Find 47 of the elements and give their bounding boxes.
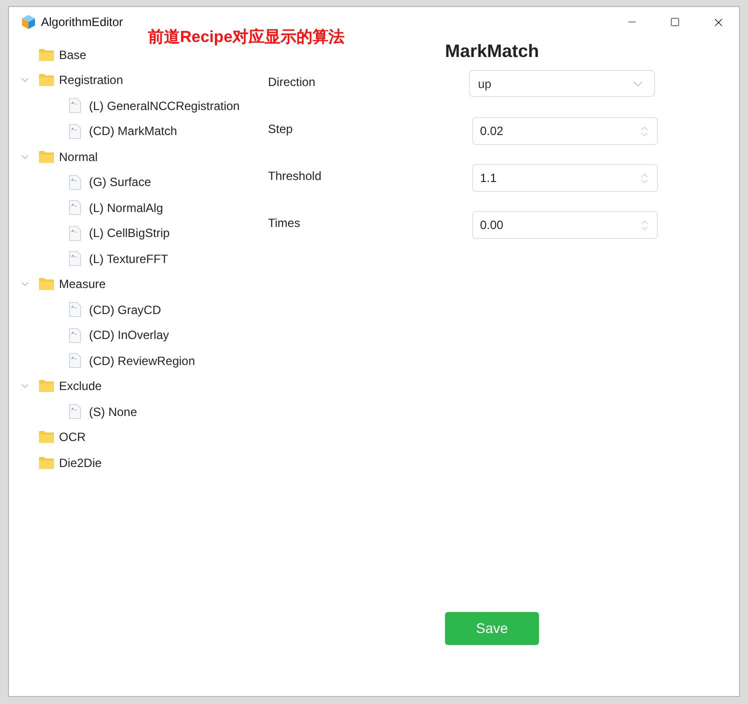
- tree-item[interactable]: (G) Surface: [89, 173, 152, 192]
- folder-icon: [39, 150, 54, 163]
- tree-item[interactable]: Exclude: [59, 377, 102, 396]
- tree-item[interactable]: (CD) MarkMatch: [89, 122, 178, 140]
- number-field[interactable]: 0.00: [472, 211, 658, 239]
- file-icon: [69, 353, 81, 368]
- tree-item[interactable]: (CD) InOverlay: [89, 326, 170, 344]
- tree-item[interactable]: Registration: [59, 71, 124, 90]
- file-icon: [69, 200, 81, 216]
- folder-icon: [39, 278, 54, 290]
- window-title: AlgorithmEditor: [41, 14, 124, 31]
- field-label: Threshold: [268, 169, 322, 183]
- file-icon: [69, 124, 81, 139]
- field-label: Step: [268, 122, 293, 136]
- tree-item[interactable]: OCR: [59, 428, 86, 446]
- tree-item[interactable]: (L) NormalAlg: [89, 198, 164, 217]
- number-field[interactable]: 1.1: [472, 164, 658, 192]
- file-icon: [69, 98, 81, 114]
- field-label: Times: [268, 216, 300, 230]
- tree-item[interactable]: (S) None: [89, 402, 138, 421]
- algorithm-title: MarkMatch: [444, 40, 540, 62]
- tree-item[interactable]: Measure: [59, 275, 106, 294]
- tree-item[interactable]: (L) GeneralNCCRegistration: [89, 96, 240, 115]
- number-field[interactable]: 0.02: [472, 117, 658, 145]
- cube-icon: [22, 15, 35, 29]
- file-icon: [69, 251, 81, 266]
- tree-item[interactable]: (CD) ReviewRegion: [89, 352, 196, 370]
- file-icon: [69, 404, 81, 420]
- tree-item[interactable]: (L) CellBigStrip: [89, 224, 170, 242]
- tree-item[interactable]: Die2Die: [59, 454, 102, 472]
- tree-item[interactable]: (CD) GrayCD: [89, 300, 161, 319]
- direction-dropdown[interactable]: up: [469, 70, 655, 97]
- tree-item[interactable]: Base: [59, 46, 86, 64]
- field-label: Direction: [268, 75, 316, 89]
- folder-icon: [39, 48, 54, 61]
- file-icon: [69, 174, 81, 190]
- folder-icon: [39, 456, 54, 469]
- file-icon: [69, 328, 81, 343]
- file-icon: [69, 226, 81, 241]
- tree-item[interactable]: Normal: [59, 148, 98, 166]
- folder-icon: [39, 74, 54, 86]
- folder-icon: [39, 431, 54, 444]
- file-icon: [69, 302, 81, 318]
- tree-item[interactable]: (L) TextureFFT: [89, 250, 168, 268]
- maximize-button[interactable]: [670, 17, 680, 27]
- folder-icon: [39, 380, 54, 392]
- annotation: 前道Recipe对应显示的算法: [148, 27, 344, 48]
